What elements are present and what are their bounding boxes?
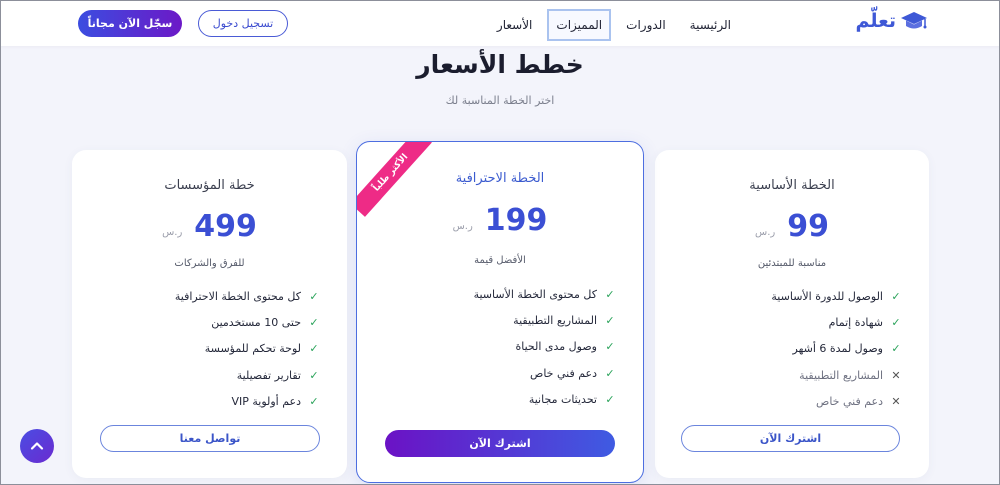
logo[interactable]: تعلّم [855, 10, 928, 32]
cross-icon: ✕ [891, 368, 901, 382]
page-title: خطط الأسعار [416, 50, 584, 79]
navbar: تعلّم الرئيسية الدورات المميزات الأسعار … [0, 0, 1000, 46]
feature-item: ✓ الوصول للدورة الأساسية [771, 289, 901, 303]
nav-link-courses[interactable]: الدورات [617, 9, 675, 41]
contact-us-button[interactable]: تواصل معنا [100, 425, 320, 452]
feature-item: ✓ كل محتوى الخطة الاحترافية [174, 289, 319, 303]
check-icon: ✓ [309, 342, 319, 356]
feature-item: ✓ المشاريع التطبيقية [513, 314, 615, 328]
feature-list: ✓ الوصول للدورة الأساسية ✓ شهادة إتمام ✓… [771, 283, 901, 415]
check-icon: ✓ [605, 340, 615, 354]
nav-link-features[interactable]: المميزات [547, 9, 612, 41]
graduation-cap-icon [901, 12, 927, 29]
check-icon: ✓ [309, 368, 319, 382]
currency-label: ر.س [162, 227, 183, 238]
feature-item: ✓ وصول مدى الحياة [515, 340, 615, 354]
check-icon: ✓ [605, 314, 615, 328]
check-icon: ✓ [309, 316, 319, 330]
logo-text: تعلّم [855, 10, 896, 32]
feature-item: ✓ دعم فني خاص [530, 366, 615, 380]
feature-list: ✓ كل محتوى الخطة الاحترافية ✓ حتى 10 مست… [175, 283, 319, 415]
nav-links: الرئيسية الدورات المميزات الأسعار [488, 9, 740, 41]
currency-label: ر.س [755, 227, 776, 238]
page-subtitle: اختر الخطة المناسبة لك [445, 94, 555, 107]
plan-description: للفرق والشركات [174, 258, 245, 269]
feature-item: ✓ لوحة تحكم للمؤسسة [204, 342, 319, 356]
login-button[interactable]: تسجيل دخول [198, 10, 288, 37]
check-icon: ✓ [891, 342, 901, 356]
subscribe-pro-button[interactable]: اشترك الآن [385, 430, 615, 457]
feature-item: ✓ دعم أولوية VIP [231, 395, 319, 409]
price-row: ر.س 99 [655, 212, 929, 242]
price-value: 499 [194, 209, 257, 244]
plan-name: خطة المؤسسات [164, 178, 255, 193]
plan-card-basic: الخطة الأساسية ر.س 99 مناسبة للمبتدئين ✓… [655, 150, 929, 478]
plan-description: الأفضل قيمة [474, 255, 526, 266]
price-row: ر.س 499 [72, 212, 347, 242]
arrow-up-icon [30, 442, 44, 450]
feature-item: ✓ تحديثات مجانية [528, 393, 615, 407]
plan-name: الخطة الأساسية [749, 178, 835, 193]
check-icon: ✓ [891, 289, 901, 303]
feature-list: ✓ كل محتوى الخطة الأساسية ✓ المشاريع الت… [474, 281, 615, 413]
check-icon: ✓ [309, 395, 319, 409]
scroll-to-top-button[interactable] [20, 429, 54, 463]
feature-item: ✓ كل محتوى الخطة الأساسية [473, 287, 615, 301]
cross-icon: ✕ [891, 395, 901, 409]
nav-link-pricing[interactable]: الأسعار [488, 9, 541, 41]
feature-item: ✕ المشاريع التطبيقية [799, 368, 901, 382]
nav-link-home[interactable]: الرئيسية [681, 9, 740, 41]
feature-item: ✓ تقارير تفصيلية [236, 368, 319, 382]
plan-description: مناسبة للمبتدئين [757, 258, 827, 269]
price-row: ر.س 199 [357, 206, 643, 236]
check-icon: ✓ [605, 393, 615, 407]
price-value: 99 [787, 209, 829, 244]
price-value: 199 [484, 203, 548, 238]
plan-card-pro: الأكثر طلباً الخطة الاحترافية ر.س 199 ال… [356, 141, 644, 483]
feature-item: ✓ وصول لمدة 6 أشهر [792, 342, 901, 356]
currency-label: ر.س [452, 221, 473, 232]
check-icon: ✓ [605, 366, 615, 380]
signup-button[interactable]: سجّل الآن مجاناً [78, 10, 182, 37]
feature-item: ✓ حتى 10 مستخدمين [211, 316, 319, 330]
feature-item: ✓ شهادة إتمام [828, 316, 901, 330]
plan-name: الخطة الاحترافية [455, 171, 545, 186]
plan-card-enterprise: خطة المؤسسات ر.س 499 للفرق والشركات ✓ كل… [72, 150, 347, 478]
check-icon: ✓ [309, 289, 319, 303]
check-icon: ✓ [605, 287, 615, 301]
check-icon: ✓ [891, 316, 901, 330]
feature-item: ✕ دعم فني خاص [816, 395, 901, 409]
subscribe-basic-button[interactable]: اشترك الآن [681, 425, 900, 452]
